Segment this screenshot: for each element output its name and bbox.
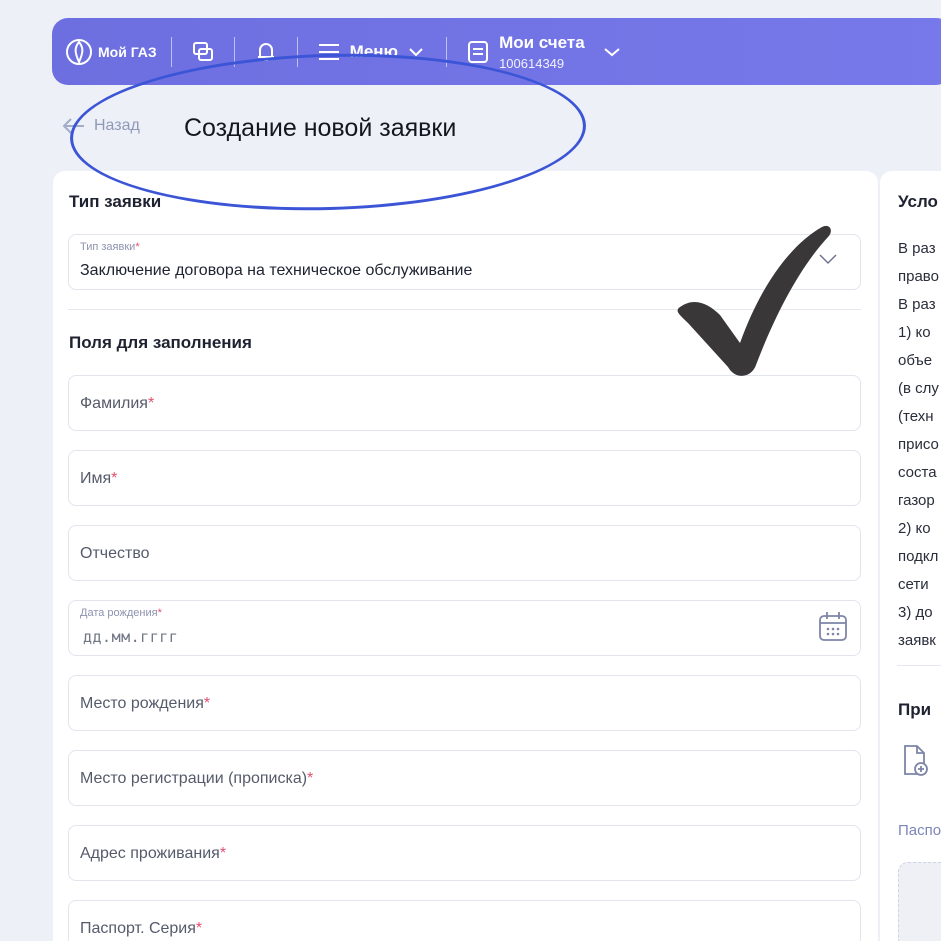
passport-series-input[interactable]: Паспорт. Серия* <box>68 900 861 941</box>
upload-dropzone[interactable] <box>898 862 941 941</box>
passport-attachment-link[interactable]: Паспо <box>898 822 941 839</box>
conditions-line: соста <box>898 464 937 481</box>
type-section-title: Тип заявки <box>69 192 162 211</box>
conditions-line: право <box>898 268 939 285</box>
conditions-title: Усло <box>898 192 938 211</box>
conditions-line: присо <box>898 436 939 453</box>
flame-logo-icon <box>66 38 92 65</box>
accounts-title: Мои счета <box>499 32 585 52</box>
conditions-line: объе <box>898 352 933 369</box>
last-name-label: Фамилия* <box>80 395 155 412</box>
calendar-icon[interactable] <box>818 611 848 643</box>
request-type-value: Заключение договора на техническое обслу… <box>80 262 473 279</box>
conditions-line: В раз <box>898 296 936 313</box>
conditions-line: заявк <box>898 632 936 649</box>
registration-address-label: Место регистрации (прописка)* <box>80 770 314 787</box>
conditions-line: 1) ко <box>898 324 931 341</box>
accounts-text: Мои счета 100614349 <box>499 33 585 71</box>
birth-place-label: Место рождения* <box>80 695 211 712</box>
middle-name-label: Отчество <box>80 545 150 562</box>
conditions-line: 2) ко <box>898 520 931 537</box>
conditions-line: (техн <box>898 408 934 425</box>
add-file-icon[interactable] <box>902 744 930 778</box>
birth-date-placeholder: дд.мм.гггг <box>83 628 179 646</box>
checkmark-annotation-icon <box>677 225 831 376</box>
first-name-label: Имя* <box>80 470 118 487</box>
conditions-line: газор <box>898 492 935 509</box>
logo-text: Мой ГАЗ <box>98 43 157 60</box>
request-type-label: Тип заявки* <box>80 241 140 253</box>
conditions-line: (в слу <box>898 380 939 397</box>
conditions-line: 3) до <box>898 604 933 621</box>
middle-name-input[interactable]: Отчество <box>68 525 861 581</box>
attachments-title: При <box>898 700 932 719</box>
conditions-line: В раз <box>898 240 936 257</box>
registration-address-input[interactable]: Место регистрации (прописка)* <box>68 750 861 806</box>
wallet-icon <box>468 40 489 63</box>
birth-date-label: Дата рождения* <box>80 607 162 619</box>
account-number: 100614349 <box>499 55 565 71</box>
birth-date-input[interactable]: Дата рождения* дд.мм.гггг <box>68 600 861 656</box>
residence-address-input[interactable]: Адрес проживания* <box>68 825 861 881</box>
chevron-down-icon <box>604 47 620 56</box>
residence-address-label: Адрес проживания* <box>80 845 227 862</box>
first-name-input[interactable]: Имя* <box>68 450 861 506</box>
conditions-line: подкл <box>898 548 939 565</box>
fields-section-title: Поля для заполнения <box>69 333 252 352</box>
birth-place-input[interactable]: Место рождения* <box>68 675 861 731</box>
logo[interactable]: Мой ГАЗ <box>52 37 171 67</box>
passport-series-label: Паспорт. Серия* <box>80 920 203 937</box>
windows-icon <box>192 41 213 61</box>
conditions-line: сети <box>898 576 929 593</box>
chevron-down-icon <box>409 47 423 56</box>
divider <box>897 665 941 666</box>
